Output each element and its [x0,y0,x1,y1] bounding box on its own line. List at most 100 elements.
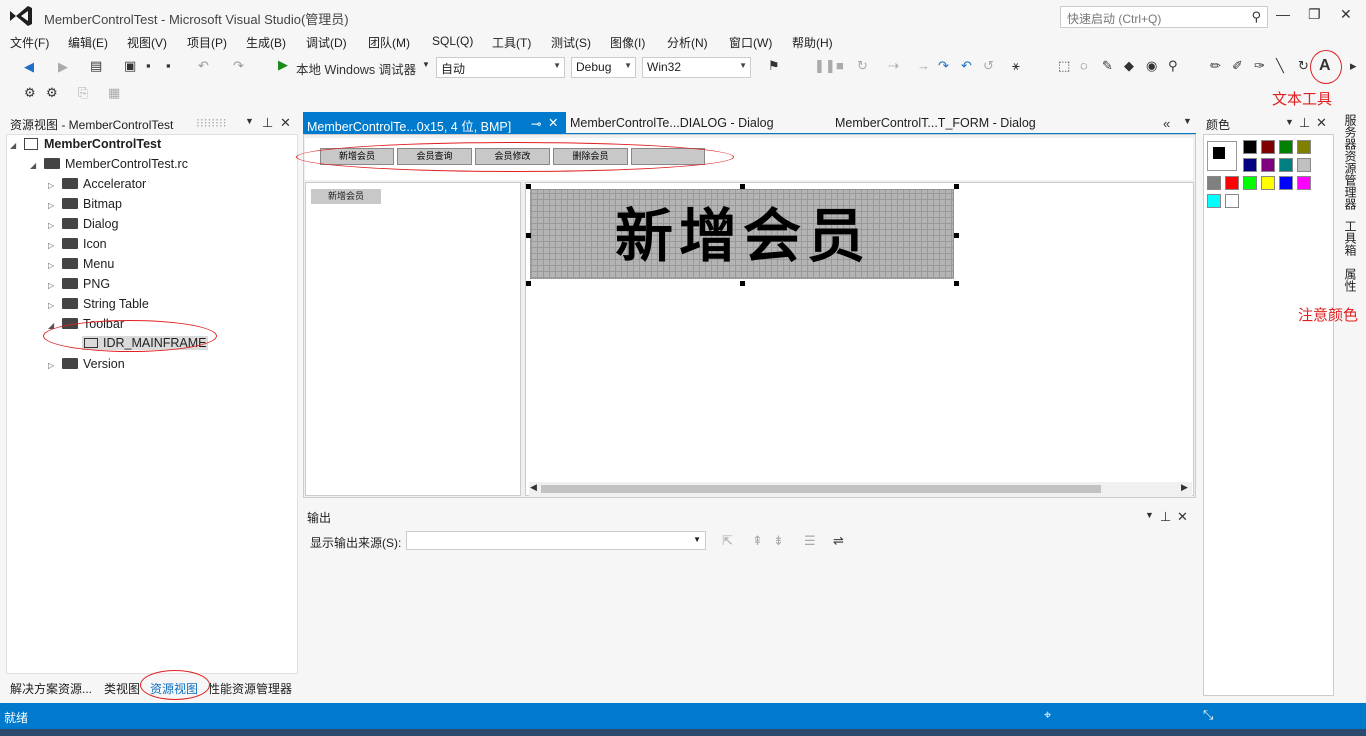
foreground-color-swatch[interactable] [1213,147,1225,159]
configuration-select[interactable]: Debug ▼ [571,57,636,78]
color-swatch[interactable] [1261,158,1275,172]
tab-solution-explorer[interactable]: 解决方案资源... [10,680,92,697]
more-tools-icon[interactable]: ▸ [1350,58,1357,74]
color-swatch[interactable] [1279,140,1293,154]
tab-server-explorer[interactable]: 服务器资源管理器 [1342,114,1359,210]
step-back-icon[interactable]: ↺ [983,58,994,74]
magnify-icon[interactable]: ⚲ [1168,58,1178,74]
minimize-button[interactable]: — [1276,6,1290,22]
pin-icon[interactable]: ⊥ [1299,115,1310,131]
color-swatch[interactable] [1297,176,1311,190]
resize-handle[interactable] [526,233,531,238]
close-icon[interactable]: ✕ [1177,509,1188,525]
save-icon[interactable]: ▪ [146,58,151,73]
menu-team[interactable]: 团队(M) [368,34,410,51]
scroll-left-icon[interactable]: ◀ [530,482,537,493]
start-debug-icon[interactable]: ▶ [278,57,288,73]
close-icon[interactable]: ✕ [1316,115,1327,131]
color-swatch[interactable] [1243,176,1257,190]
color-swatch[interactable] [1207,176,1221,190]
platform-select[interactable]: Win32 ▼ [642,57,751,78]
tab-form-doc[interactable]: MemberControlT...T_FORM - Dialog [831,112,1040,134]
color-swatch[interactable] [1261,176,1275,190]
tab-properties[interactable]: 属性 [1342,268,1359,292]
clear-all-icon[interactable]: ☰ [804,533,816,549]
tree-folder-png[interactable]: ▷ PNG [48,277,110,291]
pin-icon[interactable]: ⊥ [1160,509,1171,525]
menu-project[interactable]: 项目(P) [187,34,227,51]
color-swatch[interactable] [1261,140,1275,154]
debugger-label[interactable]: 本地 Windows 调试器 [296,59,416,78]
tree-folder-bitmap[interactable]: ▷ Bitmap [48,197,122,211]
previous-message-icon[interactable]: ⇞ [752,533,763,549]
tab-performance-explorer[interactable]: 性能资源管理器 [208,680,292,697]
scroll-right-icon[interactable]: ▶ [1181,482,1188,493]
tab-toolbox[interactable]: 工具箱 [1342,220,1359,256]
pin-icon[interactable]: ⊥ [262,115,273,131]
resize-handle[interactable] [740,184,745,189]
panel-menu-icon[interactable]: ▼ [1285,117,1294,127]
line-icon[interactable]: ╲ [1276,58,1284,74]
pencil-icon[interactable]: ✏ [1210,58,1221,74]
save-all-icon[interactable]: ▪ [166,58,171,73]
tree-folder-accelerator[interactable]: ▷ Accelerator [48,177,146,191]
quick-launch-input[interactable]: 快速启动 (Ctrl+Q) ⚲ [1060,6,1268,28]
color-swatch[interactable] [1279,158,1293,172]
comment-icon[interactable]: ⎘ [78,85,88,101]
tab-dialog-doc[interactable]: MemberControlTe...DIALOG - Dialog [566,112,778,134]
resize-handle[interactable] [740,281,745,286]
scroll-tabs-icon[interactable]: « [1163,116,1170,131]
menu-edit[interactable]: 编辑(E) [68,34,108,51]
menu-window[interactable]: 窗口(W) [729,34,772,51]
pin-icon[interactable]: ⊸ [531,116,541,131]
find-message-icon[interactable]: ⇱ [722,533,733,549]
menu-sql[interactable]: SQL(Q) [432,34,473,48]
tree-rc-file[interactable]: ◢ MemberControlTest.rc [30,157,188,171]
pause-icon[interactable]: ❚❚ [814,58,836,74]
fg-bg-color-selector[interactable] [1207,141,1237,171]
close-window-button[interactable]: ✕ [1340,6,1352,23]
tree-folder-menu[interactable]: ▷ Menu [48,257,114,271]
menu-file[interactable]: 文件(F) [10,34,49,51]
restart-icon[interactable]: ↻ [857,58,868,74]
color-swatch[interactable] [1225,176,1239,190]
stop-icon[interactable]: ■ [836,58,844,73]
close-icon[interactable]: ✕ [548,115,558,130]
output-source-select[interactable]: ▼ [406,531,706,550]
back-icon[interactable]: ◀ [24,59,34,75]
restore-button[interactable]: ❐ [1308,6,1321,23]
attach-process-icon[interactable]: ⚑ [768,58,780,74]
step-over-icon[interactable]: ↷ [938,58,949,74]
rebuild-icon[interactable]: ⚙ [46,85,58,101]
resize-handle[interactable] [954,281,959,286]
grid-toggle-icon[interactable]: ⚹ [1012,58,1020,74]
tab-class-view[interactable]: 类视图 [104,680,140,697]
menu-test[interactable]: 测试(S) [551,34,591,51]
step-into-icon[interactable]: → [917,58,930,73]
debugger-dropdown-icon[interactable]: ▼ [422,60,430,69]
open-file-icon[interactable]: ▣ [124,58,136,74]
color-swatch[interactable] [1243,158,1257,172]
color-swatch[interactable] [1297,158,1311,172]
fill-icon[interactable]: ◉ [1146,58,1157,74]
curve-icon[interactable]: ↻ [1298,58,1309,74]
menu-analyze[interactable]: 分析(N) [667,34,708,51]
rect-select-icon[interactable]: ⬚ [1058,58,1070,74]
tab-list-icon[interactable]: ▼ [1183,116,1192,126]
color-swatch[interactable] [1225,194,1239,208]
redo-icon[interactable]: ↷ [233,58,244,74]
color-swatch[interactable] [1243,140,1257,154]
scrollbar-thumb[interactable] [541,485,1101,493]
resize-handle[interactable] [954,233,959,238]
panel-menu-icon[interactable]: ▼ [1145,510,1154,520]
show-next-statement-icon[interactable]: ⇢ [888,58,899,74]
color-swatch[interactable] [1207,194,1221,208]
step-out-icon[interactable]: ↶ [961,58,972,74]
menu-debug[interactable]: 调试(D) [306,34,347,51]
eyedropper-icon[interactable]: ✎ [1102,58,1113,74]
solution-mode-select[interactable]: 自动 ▼ [436,57,565,78]
tree-folder-dialog[interactable]: ▷ Dialog [48,217,118,231]
menu-tools[interactable]: 工具(T) [492,34,531,51]
undo-icon[interactable]: ↶ [198,58,209,74]
resize-handle[interactable] [526,184,531,189]
